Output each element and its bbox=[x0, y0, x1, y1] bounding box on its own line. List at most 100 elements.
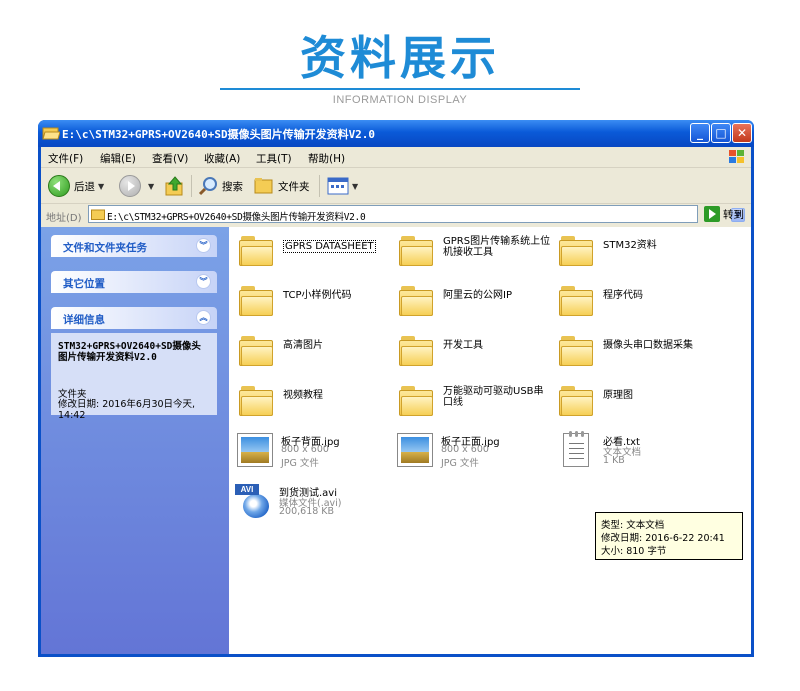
file-type: JPG 文件 bbox=[441, 458, 479, 469]
folder-item[interactable]: STM32资料 bbox=[559, 234, 719, 274]
menu-tools[interactable]: 工具(T) bbox=[256, 151, 292, 166]
up-button[interactable] bbox=[164, 174, 186, 198]
item-label: 阿里云的公网IP bbox=[443, 290, 512, 301]
folder-icon bbox=[399, 236, 433, 266]
folder-item[interactable]: GPRS图片传输系统上位机接收工具 bbox=[399, 234, 559, 274]
go-arrow-icon bbox=[704, 206, 720, 222]
search-icon bbox=[198, 177, 217, 196]
window-title: E:\c\STM32+GPRS+OV2640+SD摄像头图片传输开发资料V2.0 bbox=[62, 128, 376, 141]
item-label: 摄像头串口数据采集 bbox=[603, 340, 693, 351]
item-label: 高清图片 bbox=[283, 340, 323, 351]
title-bar[interactable]: E:\c\STM32+GPRS+OV2640+SD摄像头图片传输开发资料V2.0… bbox=[38, 120, 754, 147]
folder-item[interactable]: 开发工具 bbox=[399, 334, 559, 374]
search-button[interactable]: 搜索 bbox=[197, 174, 243, 198]
menu-favorites[interactable]: 收藏(A) bbox=[204, 151, 240, 166]
hero-subtitle: INFORMATION DISPLAY bbox=[332, 94, 468, 106]
image-file-icon bbox=[397, 433, 433, 467]
folder-item[interactable]: 视频教程 bbox=[239, 384, 399, 424]
back-arrow-icon bbox=[48, 175, 70, 197]
tooltip-modified: 修改日期: 2016-6-22 20:41 bbox=[601, 533, 725, 544]
menu-edit[interactable]: 编辑(E) bbox=[100, 151, 136, 166]
file-size: 200,618 KB bbox=[279, 506, 335, 517]
file-type: JPG 文件 bbox=[281, 458, 319, 469]
menu-file[interactable]: 文件(F) bbox=[48, 151, 83, 166]
file-item[interactable]: 必看.txt 文本文档 1 KB bbox=[559, 431, 719, 473]
maximize-button[interactable]: □ bbox=[711, 123, 731, 143]
address-bar: 地址(D) E:\c\STM32+GPRS+OV2640+SD摄像头图片传输开发… bbox=[41, 204, 751, 226]
task-section-details[interactable]: 详细信息 ︽ bbox=[51, 307, 217, 329]
video-file-icon: AVI bbox=[235, 484, 273, 520]
file-size: 1 KB bbox=[603, 455, 625, 466]
folder-item[interactable]: GPRS DATASHEET bbox=[239, 234, 399, 274]
folder-item[interactable]: 高清图片 bbox=[239, 334, 399, 374]
item-label: 万能驱动可驱动USB串口线 bbox=[443, 386, 544, 408]
minimize-button[interactable]: _ bbox=[690, 123, 710, 143]
folder-item[interactable]: 程序代码 bbox=[559, 284, 719, 324]
folder-icon bbox=[559, 286, 593, 316]
menu-view[interactable]: 查看(V) bbox=[152, 151, 188, 166]
chevron-down-icon: ▼ bbox=[148, 181, 155, 191]
folder-item[interactable]: 原理图 bbox=[559, 384, 719, 424]
toolbar-separator bbox=[319, 175, 320, 197]
folder-icon bbox=[91, 209, 105, 220]
folder-icon bbox=[239, 286, 273, 316]
folder-item[interactable]: 万能驱动可驱动USB串口线 bbox=[399, 384, 559, 424]
menu-help[interactable]: 帮助(H) bbox=[308, 151, 345, 166]
windows-logo-icon bbox=[729, 150, 744, 163]
folder-icon bbox=[559, 336, 593, 366]
forward-button[interactable]: ▼ bbox=[119, 174, 154, 198]
back-label: 后退 bbox=[74, 180, 95, 193]
file-item[interactable]: AVI 到货测试.avi 媒体文件(.avi) 200,618 KB bbox=[235, 484, 395, 524]
file-item[interactable]: 板子背面.jpg 800 x 600 JPG 文件 bbox=[237, 433, 397, 473]
go-label: 转到 bbox=[723, 208, 744, 221]
file-dimensions: 800 x 600 bbox=[281, 444, 329, 455]
details-type: 文件夹 bbox=[58, 389, 87, 400]
item-label: GPRS图片传输系统上位机接收工具 bbox=[443, 236, 551, 258]
folder-item[interactable]: 摄像头串口数据采集 bbox=[559, 334, 719, 374]
details-modified: 修改日期: 2016年6月30日今天, 14:42 bbox=[58, 399, 196, 421]
task-pane: 文件和文件夹任务 ︾ 其它位置 ︾ 详细信息 ︽ STM32+GPRS+OV26… bbox=[41, 227, 229, 654]
hero-title: 资料展示 bbox=[300, 31, 500, 85]
chevron-up-icon[interactable]: ︽ bbox=[196, 310, 211, 325]
folder-item[interactable]: TCP小样例代码 bbox=[239, 284, 399, 324]
folders-button[interactable]: 文件夹 bbox=[253, 174, 310, 198]
file-item[interactable]: 板子正面.jpg 800 x 600 JPG 文件 bbox=[397, 433, 557, 473]
task-section-title: 文件和文件夹任务 bbox=[63, 242, 147, 254]
item-label: 程序代码 bbox=[603, 290, 643, 301]
folder-icon bbox=[239, 236, 273, 266]
chevron-down-icon[interactable]: ︾ bbox=[196, 274, 211, 289]
folder-icon bbox=[399, 336, 433, 366]
item-label: TCP小样例代码 bbox=[283, 290, 352, 301]
chevron-down-icon: ▼ bbox=[98, 181, 105, 191]
folder-icon bbox=[239, 386, 273, 416]
toolbar-separator bbox=[191, 175, 192, 197]
avi-badge: AVI bbox=[235, 484, 259, 495]
menu-bar: 文件(F) 编辑(E) 查看(V) 收藏(A) 工具(T) 帮助(H) bbox=[41, 147, 751, 168]
folder-item[interactable]: 阿里云的公网IP bbox=[399, 284, 559, 324]
hero-underline bbox=[220, 88, 580, 90]
views-button[interactable]: ▼ bbox=[327, 174, 358, 198]
folder-icon bbox=[559, 386, 593, 416]
item-label: 开发工具 bbox=[443, 340, 483, 351]
folder-open-icon bbox=[42, 127, 60, 140]
address-input[interactable]: E:\c\STM32+GPRS+OV2640+SD摄像头图片传输开发资料V2.0… bbox=[88, 205, 745, 223]
address-value: E:\c\STM32+GPRS+OV2640+SD摄像头图片传输开发资料V2.0 bbox=[107, 212, 366, 223]
back-button[interactable]: 后退 ▼ bbox=[48, 174, 104, 198]
toolbar: 后退 ▼ ▼ 搜索 文件夹 ▼ bbox=[41, 168, 751, 204]
task-section-other-places[interactable]: 其它位置 ︾ bbox=[51, 271, 217, 293]
details-panel: STM32+GPRS+OV2640+SD摄像头图片传输开发资料V2.0 文件夹 … bbox=[51, 333, 217, 421]
task-section-file-tasks[interactable]: 文件和文件夹任务 ︾ bbox=[51, 235, 217, 257]
task-section-title: 详细信息 bbox=[63, 314, 105, 326]
item-label: 视频教程 bbox=[283, 390, 323, 401]
views-icon bbox=[327, 177, 349, 195]
go-button[interactable]: 转到 bbox=[704, 206, 744, 222]
up-folder-icon bbox=[165, 176, 183, 196]
details-name: STM32+GPRS+OV2640+SD摄像头图片传输开发资料V2.0 bbox=[58, 341, 201, 363]
forward-arrow-icon bbox=[119, 175, 141, 197]
item-label: 原理图 bbox=[603, 390, 633, 401]
search-label: 搜索 bbox=[222, 180, 243, 193]
chevron-down-icon: ▼ bbox=[352, 181, 359, 191]
chevron-down-icon[interactable]: ︾ bbox=[196, 238, 211, 253]
folders-label: 文件夹 bbox=[278, 180, 310, 193]
close-button[interactable]: ✕ bbox=[732, 123, 752, 143]
